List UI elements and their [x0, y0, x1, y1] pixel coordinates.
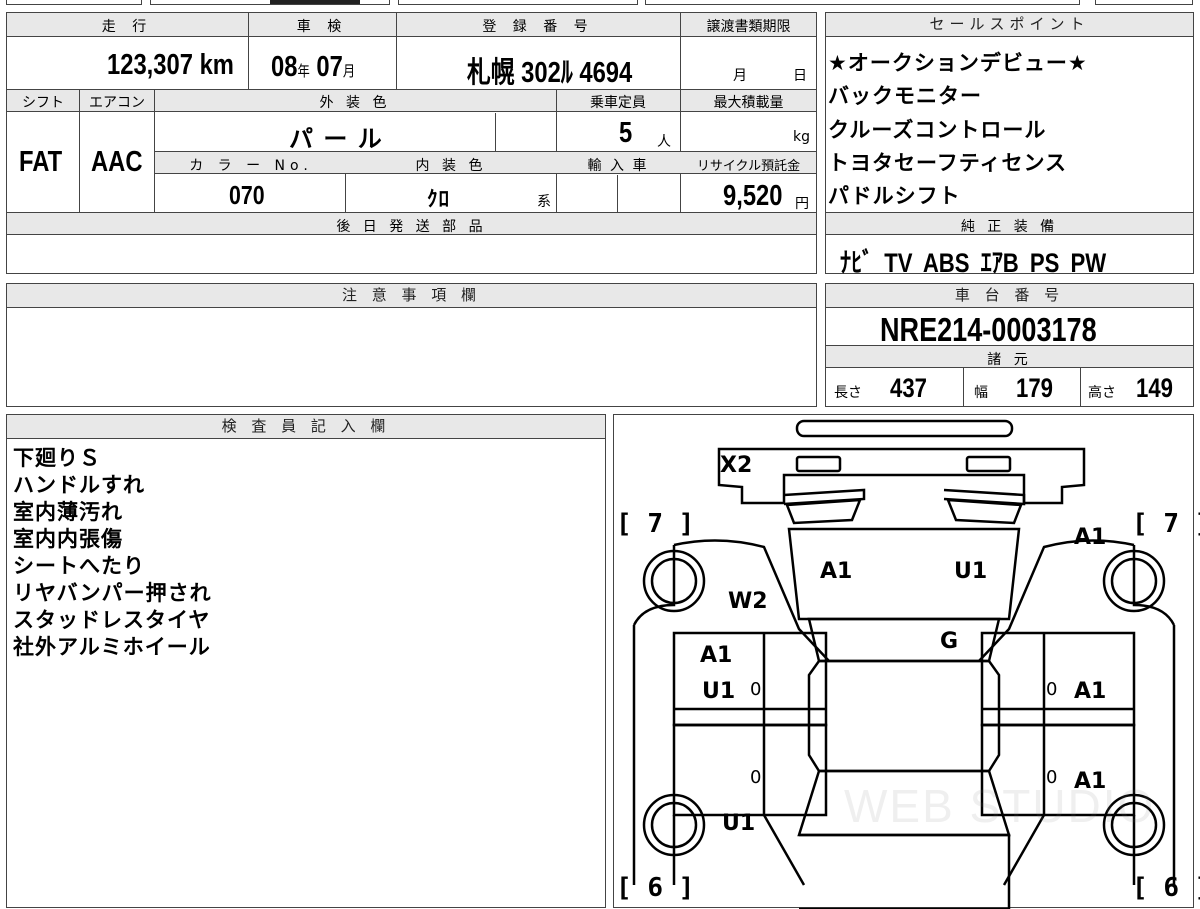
- mark-left-rear-door-2: U1: [702, 679, 736, 704]
- vehicle-info-grid: 走 行 車 検 登 録 番 号 譲渡書類期限 123,307 km 08年 07…: [6, 12, 817, 274]
- mark-roof-glass: G: [940, 629, 959, 654]
- sales-point-item: バックモニター: [828, 84, 982, 108]
- shift-label: シフト: [22, 95, 64, 111]
- recycle-label: リサイクル預託金: [696, 159, 801, 174]
- recycle-unit: 円: [795, 196, 809, 212]
- inspector-line: 下廻りＳ: [13, 446, 101, 470]
- capacity-unit: 人: [657, 134, 671, 150]
- inspector-panel: 検 査 員 記 入 欄 下廻りＳ ハンドルすれ 室内薄汚れ 室内内張傷 シートへ…: [6, 414, 606, 908]
- import-label: 輸 入 車: [587, 158, 649, 174]
- top-clipped-strip: [0, 0, 1200, 6]
- capacity-label: 乗車定員: [590, 95, 646, 111]
- length-label: 長さ: [834, 385, 862, 401]
- sales-point-item: パドルシフト: [828, 184, 961, 208]
- sales-points-label: セールスポイント: [826, 13, 1193, 37]
- interior-color-value: ｸﾛ: [427, 187, 450, 211]
- capacity-value: 5: [619, 117, 633, 149]
- mark-left-rear-door-1: A1: [700, 643, 733, 668]
- max-load-unit: kg: [793, 129, 810, 145]
- inspection-year: 08: [271, 51, 298, 83]
- transfer-deadline-label: 譲渡書類期限: [706, 19, 791, 35]
- watermark: WEB STUDIO: [844, 780, 1156, 832]
- mark-right-rear-door: A1: [1074, 679, 1107, 704]
- inspector-line: スタッドレスタイヤ: [13, 608, 211, 632]
- inspector-label: 検 査 員 記 入 欄: [7, 415, 605, 439]
- mark-left-rear-fender: W2: [728, 589, 768, 614]
- height-value: 149: [1136, 373, 1173, 403]
- tire-tread-rear-right: [ 6 ]: [1132, 873, 1200, 903]
- inspector-line: 社外アルミホイール: [13, 635, 211, 659]
- recycle-value: 9,520: [723, 180, 783, 212]
- inspection-label: 車 検: [296, 19, 348, 35]
- aircon-label: エアコン: [89, 95, 145, 111]
- interior-color-suffix: 系: [537, 194, 551, 210]
- zero-marker: 0: [750, 767, 762, 788]
- color-no-label: カ ラ ー No.: [189, 158, 313, 174]
- inspection-month-unit: 月: [342, 63, 356, 80]
- chassis-label: 車 台 番 号: [826, 284, 1193, 308]
- length-value: 437: [890, 373, 927, 403]
- zero-marker: 0: [1046, 679, 1058, 700]
- aircon-value: AAC: [91, 146, 143, 178]
- zero-marker: 0: [1046, 767, 1058, 788]
- width-value: 179: [1016, 373, 1053, 403]
- car-condition-diagram: WEB STUDIO [ 7 ] [ 7 ] [ 6 ] [ 6 ] X2 A1…: [613, 414, 1200, 909]
- tire-tread-front-right: [ 7 ]: [1132, 509, 1200, 539]
- mark-right-front-door: A1: [1074, 769, 1107, 794]
- inspection-year-unit: 年: [297, 63, 310, 80]
- registration-label: 登 録 番 号: [482, 19, 594, 35]
- mark-left-front-fender: U1: [722, 811, 756, 836]
- transfer-month-unit: 月: [733, 68, 747, 84]
- inspector-line: リヤバンパー押され: [13, 581, 212, 605]
- equipment-value: ﾅﾋﾞ TV ABS ｴｱB PS PW: [840, 248, 1107, 278]
- mark-rear-glass-left: A1: [820, 559, 853, 584]
- chassis-number: NRE214-0003178: [880, 311, 1097, 348]
- dimensions-label: 諸 元: [987, 352, 1032, 368]
- sales-point-item: クルーズコントロール: [828, 118, 1047, 142]
- tire-tread-rear-left: [ 6 ]: [616, 873, 695, 903]
- mark-rear-glass-right: U1: [954, 559, 988, 584]
- transfer-day-unit: 日: [793, 68, 807, 84]
- interior-color-label: 内 装 色: [415, 158, 487, 174]
- height-label: 高さ: [1088, 385, 1116, 401]
- exterior-color-value: パ ー ル: [289, 125, 383, 153]
- max-load-label: 最大積載量: [713, 95, 784, 111]
- inspector-line: 室内内張傷: [13, 527, 123, 551]
- inspector-line: ハンドルすれ: [13, 473, 145, 497]
- mark-rear-bumper: X2: [720, 453, 753, 478]
- color-no-value: 070: [229, 180, 265, 210]
- shift-value: FAT: [19, 146, 63, 178]
- inspector-line: 室内薄汚れ: [13, 500, 123, 524]
- exterior-color-label: 外 装 色: [319, 95, 391, 111]
- notes-panel: 注 意 事 項 欄: [6, 283, 817, 407]
- mileage-unit: km: [199, 49, 234, 81]
- deferred-parts-label: 後 日 発 送 部 品: [336, 219, 487, 235]
- zero-marker: 0: [750, 679, 762, 700]
- sales-point-item: トヨタセーフティセンス: [828, 151, 1068, 175]
- inspector-line: シートへたり: [13, 554, 145, 578]
- notes-label: 注 意 事 項 欄: [7, 284, 816, 308]
- chassis-panel: 車 台 番 号 NRE214-0003178 諸 元 長さ 437 幅 179 …: [825, 283, 1194, 407]
- mileage-label: 走 行: [101, 19, 153, 35]
- sales-points-panel: セールスポイント ★オークションデビュー★ バックモニター クルーズコントロール…: [825, 12, 1194, 278]
- mark-right-rear-fender: A1: [1074, 525, 1107, 550]
- sales-point-item: ★オークションデビュー★: [828, 51, 1088, 75]
- inspection-month: 07: [316, 51, 343, 83]
- mileage-value: 123,307: [107, 49, 193, 81]
- width-label: 幅: [974, 385, 988, 401]
- equipment-label: 純 正 装 備: [960, 219, 1059, 235]
- registration-value: 札幌 302ﾙ 4694: [467, 57, 633, 89]
- tire-tread-front-left: [ 7 ]: [616, 509, 695, 539]
